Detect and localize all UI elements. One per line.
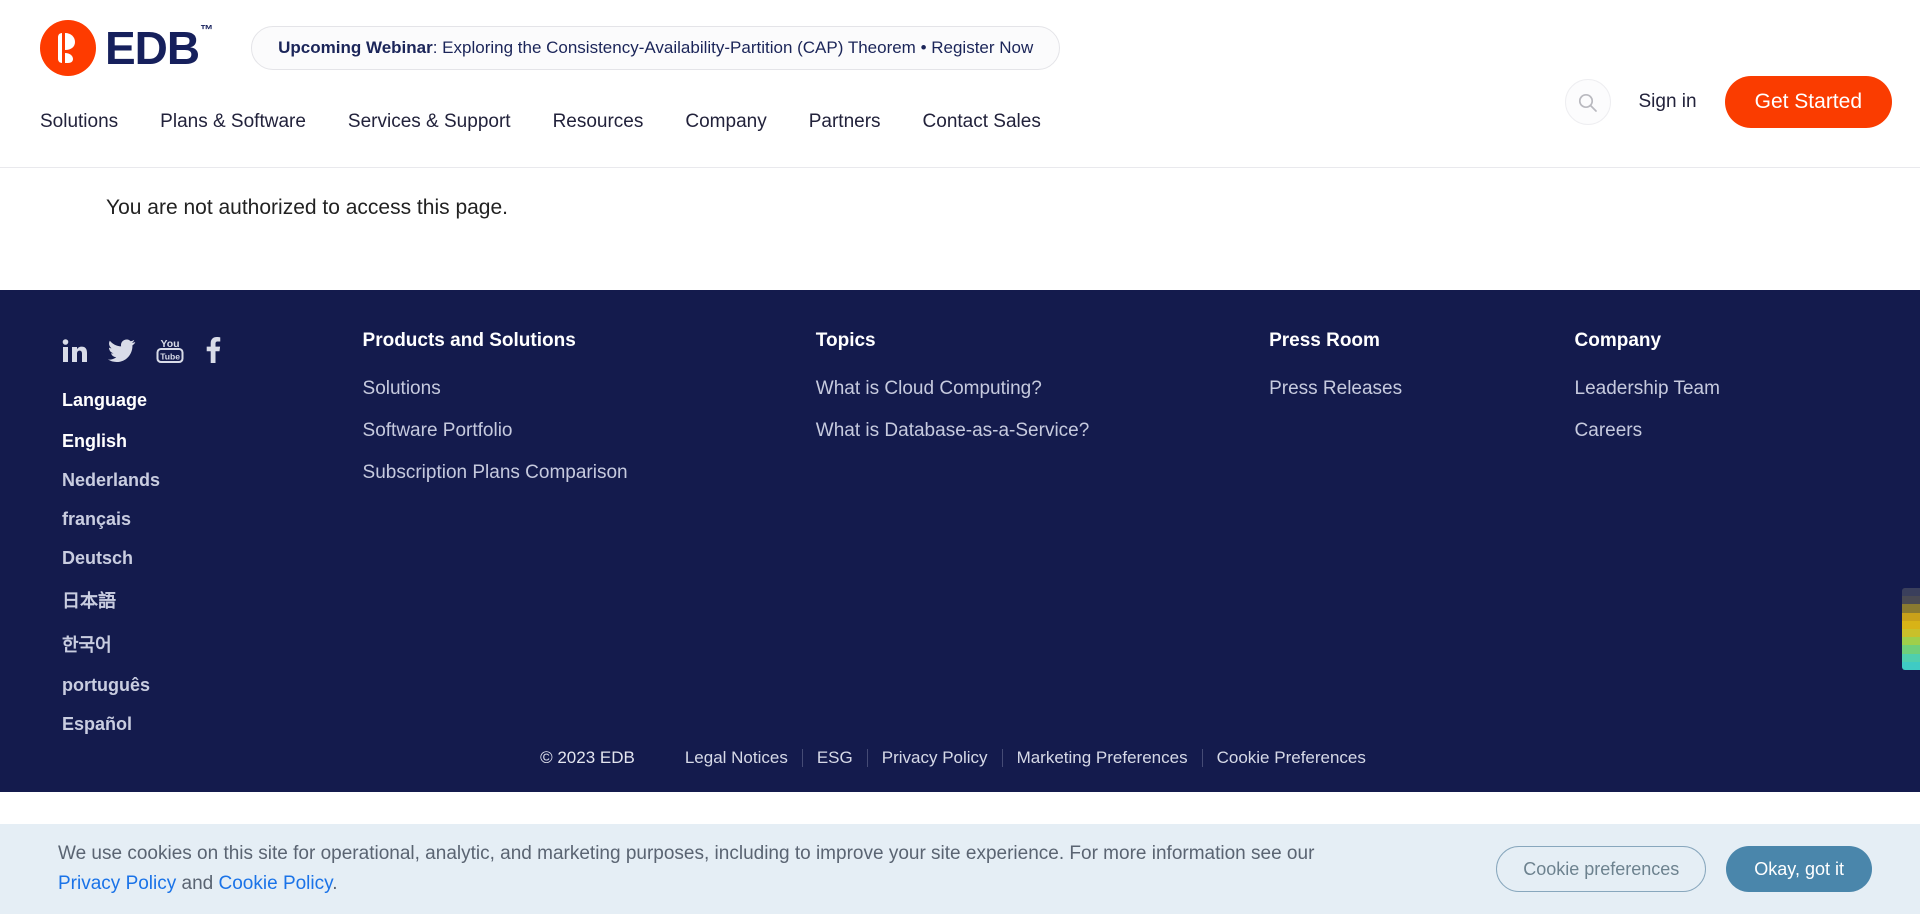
legal-link-legal-notices[interactable]: Legal Notices <box>671 748 802 768</box>
footer-bottom-bar: © 2023 EDB Legal Notices ESG Privacy Pol… <box>0 748 1920 768</box>
edge-segment <box>1902 637 1920 646</box>
edb-logo-text: EDB™ <box>105 21 213 74</box>
search-icon <box>1578 93 1597 112</box>
footer-column-topics: Topics What is Cloud Computing? What is … <box>816 330 1269 753</box>
footer-column-title: Products and Solutions <box>362 330 576 351</box>
footer-columns: You Tube Language English Nederlands fra… <box>0 330 1920 753</box>
site-header: EDB™ Upcoming Webinar: Exploring the Con… <box>0 0 1920 168</box>
edge-segment <box>1902 588 1920 597</box>
page-root: EDB™ Upcoming Webinar: Exploring the Con… <box>0 0 1920 914</box>
footer-column-press-room: Press Room Press Releases <box>1269 330 1574 753</box>
language-option-english[interactable]: English <box>62 431 363 452</box>
header-nav-row: Solutions Plans & Software Services & Su… <box>0 76 1920 162</box>
language-option-deutsch[interactable]: Deutsch <box>62 548 363 569</box>
sign-in-link[interactable]: Sign in <box>1639 91 1697 113</box>
footer-column-title: Topics <box>815 330 876 351</box>
footer-social-language-column: You Tube Language English Nederlands fra… <box>62 330 363 753</box>
copyright-text: © 2023 EDB <box>540 748 635 767</box>
header-actions: Sign in Get Started <box>1564 76 1892 128</box>
social-links: You Tube <box>62 330 363 364</box>
edge-segment <box>1902 653 1920 662</box>
edge-gradient-widget[interactable] <box>1902 588 1920 670</box>
cookie-accept-button[interactable]: Okay, got it <box>1726 846 1872 892</box>
edge-segment <box>1902 604 1920 613</box>
nav-item-services-support[interactable]: Services & Support <box>348 111 511 133</box>
footer-link-software-portfolio[interactable]: Software Portfolio <box>363 420 816 442</box>
edge-segment <box>1902 629 1920 638</box>
cookie-text-part1: We use cookies on this site for operatio… <box>58 842 1315 864</box>
footer-column-title: Press Room <box>1269 330 1380 351</box>
language-option-portugues[interactable]: português <box>62 675 363 696</box>
legal-link-esg[interactable]: ESG <box>803 748 867 768</box>
edb-logo-word: EDB <box>105 22 200 74</box>
legal-links: Legal Notices ESG Privacy Policy Marketi… <box>671 748 1380 768</box>
search-button[interactable] <box>1564 79 1611 125</box>
nav-item-partners[interactable]: Partners <box>809 111 881 133</box>
site-footer: You Tube Language English Nederlands fra… <box>0 290 1920 792</box>
footer-link-what-is-cloud-computing[interactable]: What is Cloud Computing? <box>816 378 1269 400</box>
footer-link-leadership-team[interactable]: Leadership Team <box>1575 378 1880 400</box>
cookie-preferences-button[interactable]: Cookie preferences <box>1496 846 1707 892</box>
trademark-symbol: ™ <box>200 21 213 37</box>
linkedin-icon[interactable] <box>62 338 88 364</box>
cookie-policy-link[interactable]: Cookie Policy <box>219 873 333 894</box>
webinar-banner[interactable]: Upcoming Webinar: Exploring the Consiste… <box>251 26 1061 70</box>
language-heading: Language <box>62 390 148 410</box>
legal-link-cookie-preferences[interactable]: Cookie Preferences <box>1203 748 1380 768</box>
edb-logo-mark-icon <box>40 20 96 76</box>
youtube-icon[interactable]: You Tube <box>156 336 184 364</box>
edb-logo[interactable]: EDB™ <box>40 20 213 76</box>
footer-column-company: Company Leadership Team Careers <box>1575 330 1880 753</box>
footer-link-what-is-database-as-a-service[interactable]: What is Database-as-a-Service? <box>816 420 1269 442</box>
language-option-nederlands[interactable]: Nederlands <box>62 470 363 491</box>
footer-link-subscription-plans-comparison[interactable]: Subscription Plans Comparison <box>363 462 816 484</box>
footer-column-products: Products and Solutions Solutions Softwar… <box>363 330 816 753</box>
get-started-button[interactable]: Get Started <box>1724 76 1892 128</box>
webinar-banner-text: : Exploring the Consistency-Availability… <box>432 38 1034 57</box>
cookie-text-end: . <box>332 873 338 894</box>
language-option-espanol[interactable]: Español <box>62 714 363 735</box>
nav-item-company[interactable]: Company <box>685 111 766 133</box>
cookie-consent-banner: We use cookies on this site for operatio… <box>0 824 1920 914</box>
edge-segment <box>1902 620 1920 630</box>
cookie-banner-text: We use cookies on this site for operatio… <box>58 839 1348 900</box>
main-content: You are not authorized to access this pa… <box>0 168 1920 290</box>
language-option-korean[interactable]: 한국어 <box>62 631 363 657</box>
primary-nav: Solutions Plans & Software Services & Su… <box>40 111 1041 133</box>
edge-segment <box>1902 612 1920 621</box>
footer-link-solutions[interactable]: Solutions <box>363 378 816 400</box>
webinar-banner-lead: Upcoming Webinar <box>278 38 433 57</box>
twitter-icon[interactable] <box>108 338 136 364</box>
footer-link-careers[interactable]: Careers <box>1575 420 1880 442</box>
edge-segment <box>1902 645 1920 654</box>
edge-segment <box>1902 661 1920 670</box>
footer-column-title: Company <box>1574 330 1662 351</box>
legal-link-marketing-preferences[interactable]: Marketing Preferences <box>1003 748 1202 768</box>
language-option-francais[interactable]: français <box>62 509 363 530</box>
nav-item-resources[interactable]: Resources <box>553 111 644 133</box>
language-option-japanese[interactable]: 日本語 <box>62 587 363 613</box>
svg-text:Tube: Tube <box>160 351 180 361</box>
privacy-policy-link[interactable]: Privacy Policy <box>58 873 176 894</box>
edge-segment <box>1902 596 1920 605</box>
facebook-icon[interactable] <box>204 336 221 364</box>
nav-item-solutions[interactable]: Solutions <box>40 111 118 133</box>
nav-item-plans-software[interactable]: Plans & Software <box>160 111 306 133</box>
nav-item-contact-sales[interactable]: Contact Sales <box>923 111 1041 133</box>
footer-link-press-releases[interactable]: Press Releases <box>1269 378 1574 400</box>
authorization-error-message: You are not authorized to access this pa… <box>106 196 508 219</box>
cookie-banner-actions: Cookie preferences Okay, got it <box>1496 846 1872 892</box>
cookie-text-and: and <box>176 873 219 894</box>
header-top-row: EDB™ Upcoming Webinar: Exploring the Con… <box>0 0 1920 82</box>
legal-link-privacy-policy[interactable]: Privacy Policy <box>868 748 1002 768</box>
